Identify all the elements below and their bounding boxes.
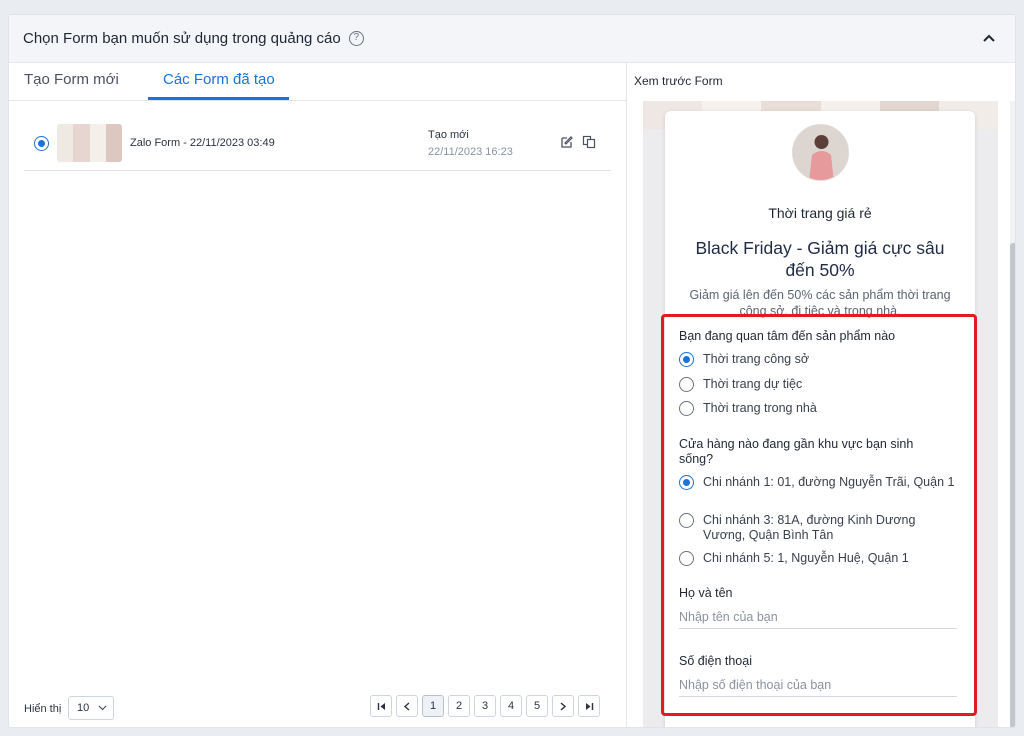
form-status: Tạo mới bbox=[428, 129, 469, 141]
full-name-label: Họ và tên bbox=[679, 586, 733, 600]
page-button-1[interactable]: 1 bbox=[422, 695, 444, 717]
chevron-up-icon[interactable] bbox=[981, 30, 997, 46]
chevron-right-icon bbox=[560, 701, 567, 711]
question-1-option-1[interactable]: Thời trang công sở bbox=[703, 352, 809, 367]
question-1-option-2[interactable]: Thời trang dự tiệc bbox=[703, 377, 802, 392]
brand-avatar-image bbox=[793, 125, 848, 180]
form-headline: Black Friday - Giảm giá cực sâu đến 50% bbox=[695, 238, 945, 280]
form-list-column: Tạo Form mới Các Form đã tạo Zalo Form -… bbox=[9, 63, 626, 727]
question-2: Cửa hàng nào đang gần khu vực bạn sinh s… bbox=[679, 437, 914, 466]
question-1-option-3[interactable]: Thời trang trong nhà bbox=[703, 401, 817, 416]
next-page-button[interactable] bbox=[552, 695, 574, 717]
first-page-button[interactable] bbox=[370, 695, 392, 717]
tab-new-form[interactable]: Tạo Form mới bbox=[24, 71, 119, 88]
form-thumbnail bbox=[57, 124, 122, 162]
tab-created-forms[interactable]: Các Form đã tạo bbox=[163, 71, 275, 88]
preview-canvas: Thời trang giá rẻ Black Friday - Giảm gi… bbox=[643, 101, 998, 727]
question-1-option-3-radio[interactable] bbox=[679, 401, 694, 416]
form-name: Zalo Form - 22/11/2023 03:49 bbox=[130, 137, 275, 149]
brand-name: Thời trang giá rẻ bbox=[768, 205, 872, 221]
preview-form-card: Thời trang giá rẻ Black Friday - Giảm gi… bbox=[665, 111, 975, 727]
full-name-field[interactable] bbox=[679, 605, 957, 629]
help-icon[interactable]: ? bbox=[348, 31, 364, 46]
question-1-option-1-radio[interactable] bbox=[679, 352, 694, 367]
question-2-option-1-radio[interactable] bbox=[679, 475, 694, 490]
preview-title: Xem trước Form bbox=[634, 74, 723, 88]
chevron-left-icon bbox=[403, 701, 410, 711]
panel-title: Chọn Form bạn muốn sử dụng trong quảng c… bbox=[23, 30, 341, 47]
form-tabs: Tạo Form mới Các Form đã tạo bbox=[9, 63, 626, 101]
page-button-5[interactable]: 5 bbox=[526, 695, 548, 717]
phone-label: Số điện thoại bbox=[679, 654, 752, 668]
page-button-4[interactable]: 4 bbox=[500, 695, 522, 717]
question-1: Bạn đang quan tâm đến sản phẩm nào bbox=[679, 329, 896, 343]
page-size-select[interactable]: 10 bbox=[68, 696, 114, 720]
page-size-value: 10 bbox=[77, 702, 90, 714]
question-2-option-1[interactable]: Chi nhánh 1: 01, đường Nguyễn Trãi, Quận… bbox=[703, 475, 958, 490]
question-2-option-3[interactable]: Chi nhánh 5: 1, Nguyễn Huệ, Quận 1 bbox=[703, 551, 909, 566]
last-page-icon bbox=[585, 702, 593, 710]
avatar bbox=[792, 124, 849, 181]
table-row[interactable]: Zalo Form - 22/11/2023 03:49 Tạo mới 22/… bbox=[24, 121, 611, 171]
page-button-2[interactable]: 2 bbox=[448, 695, 470, 717]
edit-icon[interactable] bbox=[560, 135, 574, 149]
form-select-radio[interactable] bbox=[34, 136, 49, 151]
panel-header: Chọn Form bạn muốn sử dụng trong quảng c… bbox=[9, 15, 1015, 63]
page-button-3[interactable]: 3 bbox=[474, 695, 496, 717]
question-2-option-3-radio[interactable] bbox=[679, 551, 694, 566]
active-tab-indicator bbox=[148, 97, 289, 100]
copy-icon[interactable] bbox=[582, 135, 596, 149]
prev-page-button[interactable] bbox=[396, 695, 418, 717]
phone-field[interactable] bbox=[679, 673, 957, 697]
chevron-down-icon bbox=[98, 705, 107, 711]
page-size-label: Hiển thị bbox=[24, 703, 62, 715]
question-1-option-2-radio[interactable] bbox=[679, 377, 694, 392]
question-2-option-2-radio[interactable] bbox=[679, 513, 694, 528]
first-page-icon bbox=[377, 702, 385, 710]
preview-scrollbar[interactable] bbox=[1010, 243, 1015, 727]
last-page-button[interactable] bbox=[578, 695, 600, 717]
question-2-option-2[interactable]: Chi nhánh 3: 81A, đường Kinh Dương Vương… bbox=[703, 513, 938, 543]
form-description: Giảm giá lên đến 50% các sản phẩm thời t… bbox=[689, 288, 951, 318]
pagination: 1 2 3 4 5 bbox=[370, 695, 600, 717]
form-date: 22/11/2023 16:23 bbox=[428, 146, 513, 158]
